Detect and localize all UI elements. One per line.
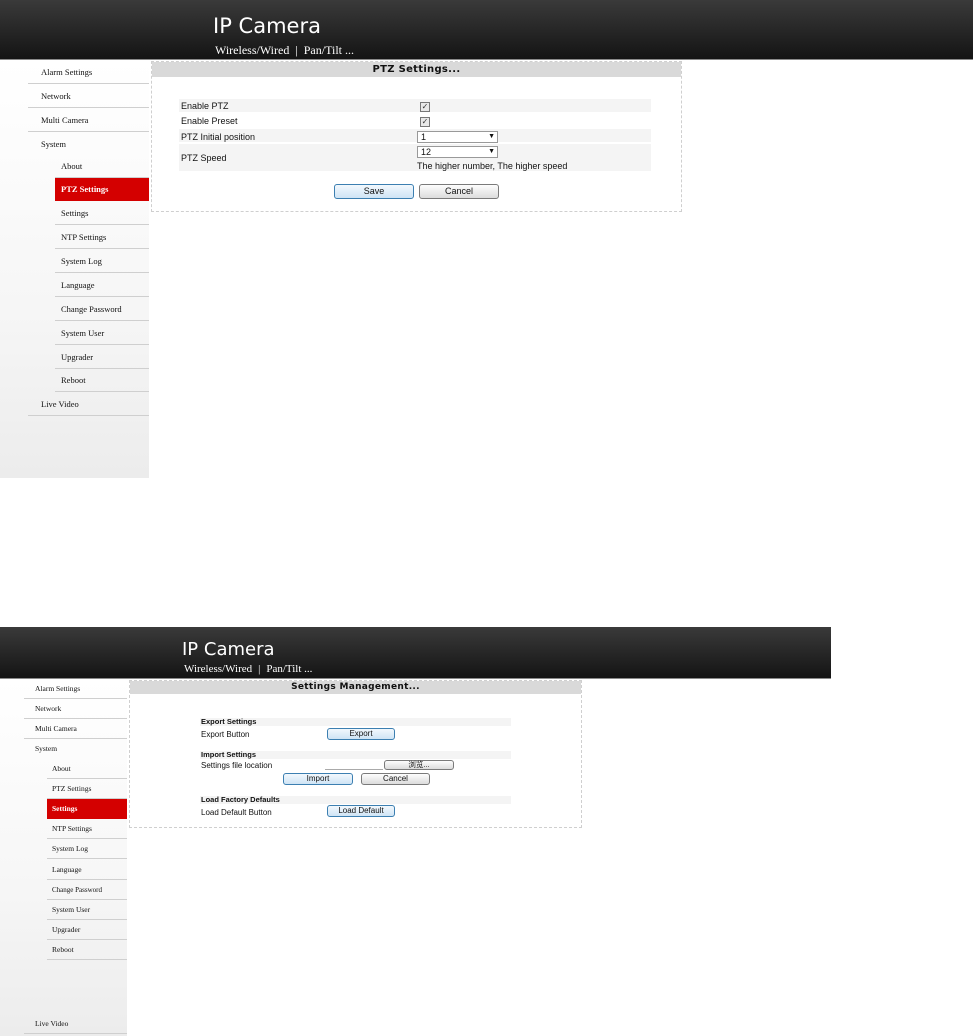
sidebar-item-system-log[interactable]: System Log: [55, 249, 149, 273]
sidebar-item-about[interactable]: About: [47, 759, 127, 779]
chevron-down-icon: ▼: [488, 133, 495, 140]
sidebar-item-alarm-settings[interactable]: Alarm Settings: [28, 60, 149, 84]
cancel-button[interactable]: Cancel: [361, 773, 430, 785]
sidebar-item-live-video[interactable]: Live Video: [24, 1014, 127, 1034]
breadcrumb-separator: |: [295, 43, 298, 57]
app-title: IP Camera: [213, 14, 321, 38]
load-default-button[interactable]: Load Default: [327, 805, 395, 817]
breadcrumb-wireless[interactable]: Wireless/Wired: [215, 43, 289, 57]
sidebar-item-ntp-settings[interactable]: NTP Settings: [55, 225, 149, 249]
load-factory-defaults-heading: Load Factory Defaults: [201, 795, 280, 804]
chevron-down-icon: ▼: [488, 148, 495, 155]
settings-file-label: Settings file location: [201, 761, 273, 770]
enable-ptz-checkbox[interactable]: ✓: [420, 102, 430, 112]
enable-preset-checkbox[interactable]: ✓: [420, 117, 430, 127]
sidebar-item-system-user[interactable]: System User: [47, 900, 127, 920]
sidebar-item-ptz-settings[interactable]: PTZ Settings: [55, 178, 149, 201]
export-settings-heading: Export Settings: [201, 717, 257, 726]
header-bar: IP Camera Wireless/Wired | Pan/Tilt ...: [0, 627, 831, 679]
speed-label: PTZ Speed: [181, 153, 227, 163]
initial-position-value: 1: [421, 132, 427, 142]
sidebar-item-system-log[interactable]: System Log: [47, 839, 127, 859]
sidebar-item-change-password[interactable]: Change Password: [47, 880, 127, 900]
panel-title: Settings Management...: [130, 681, 581, 694]
breadcrumb-pan-tilt[interactable]: Pan/Tilt ...: [304, 43, 354, 57]
sidebar: Alarm Settings Network Multi Camera Syst…: [0, 60, 149, 478]
settings-file-input[interactable]: [325, 760, 383, 770]
sidebar-item-settings[interactable]: Settings: [47, 799, 127, 819]
settings-management-screen: IP Camera Wireless/Wired | Pan/Tilt ... Al…: [0, 627, 973, 1036]
sidebar-item-language[interactable]: Language: [47, 860, 127, 880]
sidebar-item-live-video[interactable]: Live Video: [28, 392, 149, 416]
sidebar-item-system[interactable]: System: [28, 132, 149, 156]
cancel-button[interactable]: Cancel: [419, 184, 499, 199]
breadcrumb: Wireless/Wired | Pan/Tilt ...: [215, 43, 354, 58]
export-button-label: Export Button: [201, 730, 250, 739]
sidebar-item-settings[interactable]: Settings: [55, 201, 149, 225]
sidebar-item-about[interactable]: About: [55, 154, 149, 178]
sidebar-item-network[interactable]: Network: [28, 84, 149, 108]
sidebar-item-reboot[interactable]: Reboot: [55, 368, 149, 392]
app-title: IP Camera: [182, 639, 275, 660]
form-row-enable-ptz: [179, 99, 651, 112]
sidebar-item-language[interactable]: Language: [55, 273, 149, 297]
form-row-speed: [179, 144, 651, 171]
ptz-settings-panel: PTZ Settings... Enable PTZ ✓ Enable Pres…: [151, 61, 682, 212]
breadcrumb-wireless[interactable]: Wireless/Wired: [184, 663, 252, 675]
sidebar-item-upgrader[interactable]: Upgrader: [55, 345, 149, 369]
import-settings-heading: Import Settings: [201, 750, 257, 759]
load-default-label: Load Default Button: [201, 808, 272, 817]
initial-position-label: PTZ Initial position: [181, 132, 256, 142]
breadcrumb: Wireless/Wired | Pan/Tilt ...: [184, 663, 312, 675]
speed-select[interactable]: 12 ▼: [417, 146, 498, 158]
sidebar-item-network[interactable]: Network: [24, 699, 127, 719]
browse-button[interactable]: 浏览...: [384, 760, 454, 770]
breadcrumb-separator: |: [258, 663, 261, 675]
sidebar-item-ptz-settings[interactable]: PTZ Settings: [47, 779, 127, 799]
export-button[interactable]: Export: [327, 728, 395, 740]
enable-preset-label: Enable Preset: [181, 116, 238, 126]
sidebar-item-multi-camera[interactable]: Multi Camera: [24, 719, 127, 739]
sidebar-item-reboot[interactable]: Reboot: [47, 940, 127, 960]
sidebar-item-change-password[interactable]: Change Password: [55, 297, 149, 321]
sidebar-item-upgrader[interactable]: Upgrader: [47, 920, 127, 940]
speed-value: 12: [421, 147, 432, 157]
sidebar: Alarm Settings Network Multi Camera Syst…: [0, 679, 127, 1036]
sidebar-item-multi-camera[interactable]: Multi Camera: [28, 108, 149, 132]
header-bar: IP Camera Wireless/Wired | Pan/Tilt ...: [0, 0, 973, 60]
enable-ptz-label: Enable PTZ: [181, 101, 229, 111]
breadcrumb-pan-tilt[interactable]: Pan/Tilt ...: [266, 663, 312, 675]
save-button[interactable]: Save: [334, 184, 414, 199]
ptz-settings-screen: IP Camera Wireless/Wired | Pan/Tilt ... Al…: [0, 0, 973, 480]
initial-position-select[interactable]: 1 ▼: [417, 131, 498, 143]
import-button[interactable]: Import: [283, 773, 353, 785]
sidebar-item-system[interactable]: System: [24, 739, 127, 759]
panel-title: PTZ Settings...: [152, 62, 681, 77]
sidebar-item-alarm-settings[interactable]: Alarm Settings: [24, 679, 127, 699]
sidebar-item-system-user[interactable]: System User: [55, 321, 149, 345]
sidebar-item-ntp-settings[interactable]: NTP Settings: [47, 819, 127, 839]
speed-hint: The higher number, The higher speed: [417, 161, 568, 171]
settings-management-panel: Settings Management... Export Settings E…: [129, 680, 582, 828]
